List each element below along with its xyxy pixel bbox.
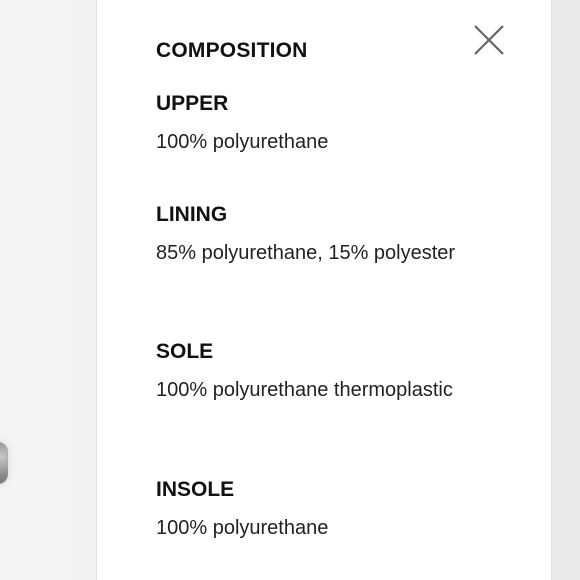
sole-value: 100% polyurethane thermoplastic [156,379,453,401]
insole-section: INSOLE 100% polyurethane [156,478,486,542]
lining-value: 85% polyurethane, 15% polyester [156,242,456,264]
page-background: COMPOSITION UPPER 100% polyurethane LINI… [0,0,580,580]
insole-value: 100% polyurethane [156,517,329,539]
lining-section: LINING 85% polyurethane, 15% polyester [156,203,486,267]
upper-value: 100% polyurethane [156,131,329,153]
upper-section: UPPER 100% polyurethane [156,92,486,156]
upper-heading: UPPER [156,92,229,115]
insole-heading: INSOLE [156,478,235,501]
product-image-edge [0,442,8,484]
close-icon[interactable] [471,22,507,58]
sole-section: SOLE 100% polyurethane thermoplastic [156,340,486,404]
sole-heading: SOLE [156,340,214,363]
composition-panel: COMPOSITION UPPER 100% polyurethane LINI… [96,0,552,580]
lining-heading: LINING [156,203,228,226]
panel-title: COMPOSITION [156,39,308,62]
